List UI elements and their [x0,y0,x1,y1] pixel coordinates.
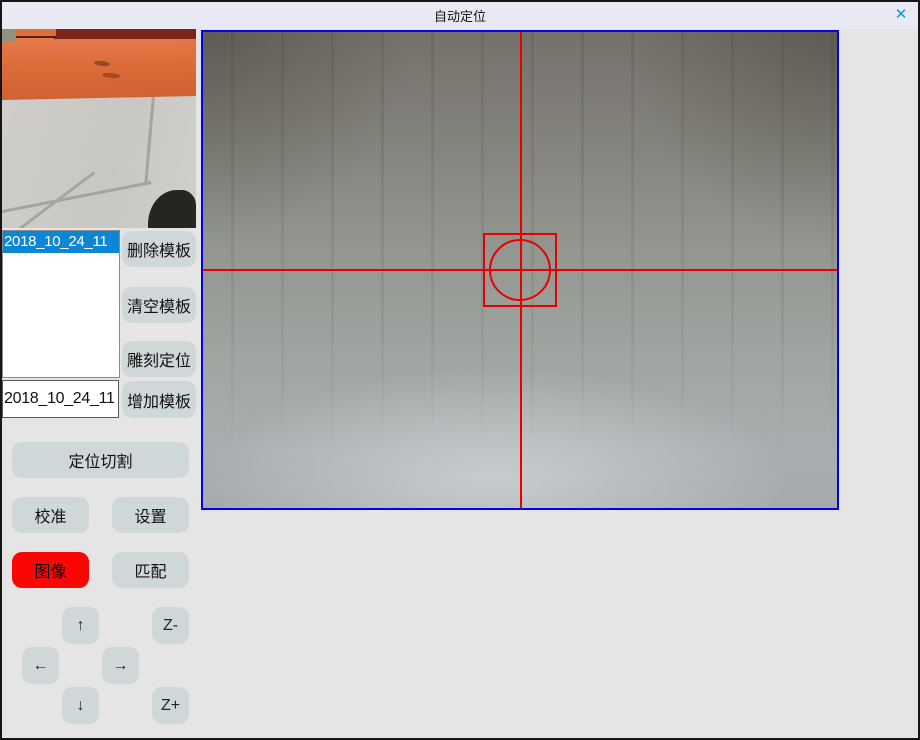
titlebar: 自动定位 [2,2,918,29]
match-button[interactable]: 匹配 [112,552,189,588]
thumbnail-orange-beam [2,34,196,100]
close-icon[interactable]: ✕ [890,4,912,24]
jog-z-minus-button[interactable]: Z- [152,607,189,644]
calibrate-button[interactable]: 校准 [12,497,89,533]
position-cut-button[interactable]: 定位切割 [12,442,189,478]
thumbnail-maroon-strip [54,29,196,39]
jog-up-button[interactable]: ↑ [62,607,99,644]
auto-position-dialog: 自动定位 ✕ 2018_10_24_11 删除模板 清空模板 雕刻定位 增加模板… [0,0,920,740]
thumbnail-orange-tab [16,29,56,38]
jog-down-button[interactable]: ↓ [62,687,99,724]
template-name-input[interactable] [2,380,119,418]
engrave-position-button[interactable]: 雕刻定位 [122,341,196,377]
settings-button[interactable]: 设置 [112,497,189,533]
thumbnail-dark-object [148,190,196,228]
jog-left-button[interactable]: ← [22,647,59,684]
thumbnail-tile-line [19,171,95,228]
jog-z-plus-button[interactable]: Z+ [152,687,189,724]
add-template-button[interactable]: 增加模板 [122,381,196,418]
camera-view[interactable] [201,30,839,510]
template-list-item[interactable]: 2018_10_24_11 [3,231,119,253]
target-circle [489,239,551,301]
jog-right-button[interactable]: → [102,647,139,684]
clear-template-button[interactable]: 清空模板 [122,287,196,323]
thumbnail-tile-line [144,97,155,185]
template-thumbnail [2,29,196,228]
delete-template-button[interactable]: 删除模板 [122,231,196,267]
thumbnail-gray-patch [2,29,16,42]
dialog-title: 自动定位 [434,6,486,25]
template-list[interactable]: 2018_10_24_11 [2,230,120,378]
image-button[interactable]: 图像 [12,552,89,588]
